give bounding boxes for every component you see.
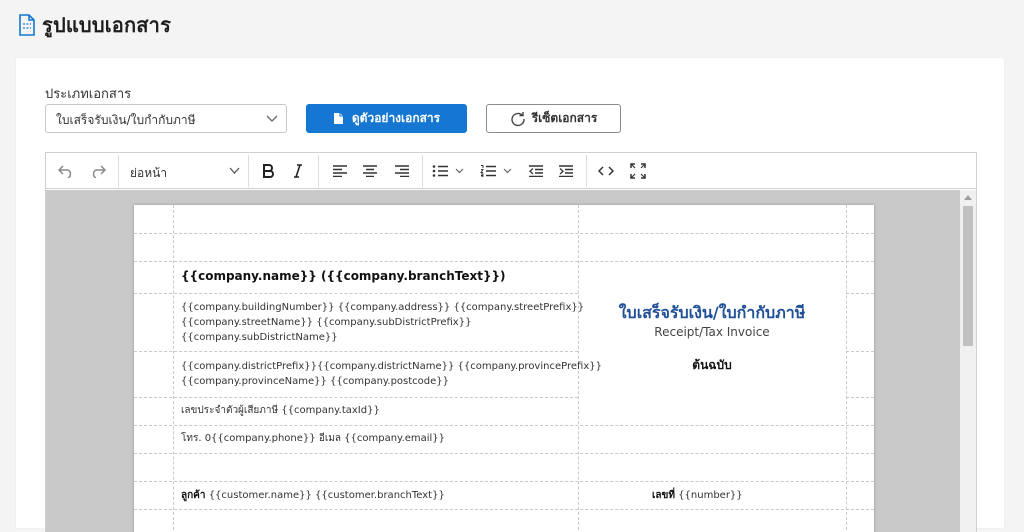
address-line: {{company.buildingNumber}} {{company.add…: [181, 302, 585, 313]
toolbar-divider: [586, 155, 587, 187]
customer-line: ลูกค้า {{customer.name}} {{customer.bran…: [181, 488, 445, 503]
table-gridline: [134, 293, 578, 294]
scroll-up-icon[interactable]: [964, 194, 972, 200]
preview-document-button[interactable]: ดูตัวอย่างเอกสาร: [306, 104, 467, 133]
align-left-icon[interactable]: [328, 159, 352, 183]
table-gridline: [134, 481, 874, 482]
table-gridline: [134, 509, 874, 510]
bold-icon[interactable]: [256, 159, 280, 183]
page-title: รูปแบบเอกสาร: [42, 13, 172, 37]
toolbar-divider: [118, 155, 119, 187]
table-gridline: [134, 425, 874, 426]
customer-label: ลูกค้า: [181, 490, 206, 501]
numbered-list-icon[interactable]: [478, 159, 518, 183]
table-gridline: [134, 351, 578, 352]
editor-canvas[interactable]: {{company.name}} ({{company.branchText}}…: [46, 190, 976, 532]
chevron-down-icon: [229, 167, 240, 174]
toolbar-divider: [248, 155, 249, 187]
rich-text-editor: ย่อหน้า {{company.name}} ({{company.bran…: [45, 152, 977, 532]
document-icon: [333, 113, 343, 124]
number-label: เลขที่: [652, 490, 675, 501]
document-icon: [19, 14, 35, 36]
document-title-en: Receipt/Tax Invoice: [654, 325, 770, 339]
customer-value: {{customer.name}} {{customer.branchText}…: [208, 490, 445, 501]
tax-id-line: เลขประจำตัวผู้เสียภาษี {{company.taxId}}: [181, 405, 380, 416]
toolbar-divider: [422, 155, 423, 187]
doc-type-value: ใบเสร็จรับเงิน/ใบกำกับภาษี: [56, 113, 196, 127]
doc-type-select[interactable]: ใบเสร็จรับเงิน/ใบกำกับภาษี: [45, 104, 287, 133]
table-gridline: [134, 233, 874, 234]
toolbar-divider: [318, 155, 319, 187]
contact-line: โทร. 0{{company.phone}} อีเมล {{company.…: [181, 433, 446, 444]
fullscreen-icon[interactable]: [626, 159, 650, 183]
document-page[interactable]: {{company.name}} ({{company.branchText}}…: [134, 205, 874, 532]
source-code-icon[interactable]: [594, 159, 618, 183]
table-gridline: [134, 397, 578, 398]
table-gridline: [134, 453, 874, 454]
table-gridline: [173, 205, 174, 532]
page-header: รูปแบบเอกสาร: [18, 10, 171, 40]
settings-card: ประเภทเอกสาร ใบเสร็จรับเงิน/ใบกำกับภาษี …: [16, 58, 1004, 532]
scrollbar-thumb[interactable]: [963, 206, 973, 346]
address-line: {{company.subDistrictName}}: [181, 332, 338, 343]
address-line: {{company.districtPrefix}}{{company.dist…: [181, 361, 602, 372]
undo-icon[interactable]: [54, 159, 78, 183]
editor-toolbar: ย่อหน้า: [46, 153, 976, 189]
reset-document-button[interactable]: รีเซ็ตเอกสาร: [486, 104, 621, 133]
table-gridline: [846, 351, 874, 352]
table-gridline: [846, 293, 874, 294]
outdent-icon[interactable]: [524, 159, 548, 183]
table-gridline: [134, 261, 874, 262]
number-line: เลขที่ {{number}}: [652, 488, 743, 503]
address-line: {{company.provinceName}} {{company.postc…: [181, 376, 450, 387]
address-line: {{company.streetName}} {{company.subDist…: [181, 317, 472, 328]
editor-scrollbar[interactable]: [960, 190, 976, 532]
heading-select[interactable]: ย่อหน้า: [130, 159, 240, 183]
align-center-icon[interactable]: [358, 159, 382, 183]
refresh-icon: [511, 111, 525, 126]
table-gridline: [846, 397, 874, 398]
chevron-down-icon: [266, 115, 278, 122]
redo-icon[interactable]: [86, 159, 110, 183]
bulleted-list-icon[interactable]: [430, 159, 470, 183]
table-gridline: [846, 205, 847, 532]
reset-button-label: รีเซ็ตเอกสาร: [531, 111, 598, 125]
heading-select-value: ย่อหน้า: [130, 166, 168, 180]
original-copy-label: ต้นฉบับ: [692, 358, 732, 372]
align-right-icon[interactable]: [390, 159, 414, 183]
doc-type-label: ประเภทเอกสาร: [45, 87, 132, 102]
preview-button-label: ดูตัวอย่างเอกสาร: [351, 111, 441, 125]
indent-icon[interactable]: [554, 159, 578, 183]
number-value: {{number}}: [678, 490, 743, 501]
company-name-placeholder: {{company.name}} ({{company.branchText}}…: [181, 269, 506, 283]
document-title-th: ใบเสร็จรับเงิน/ใบกำกับภาษี: [618, 303, 806, 322]
italic-icon[interactable]: [286, 159, 310, 183]
